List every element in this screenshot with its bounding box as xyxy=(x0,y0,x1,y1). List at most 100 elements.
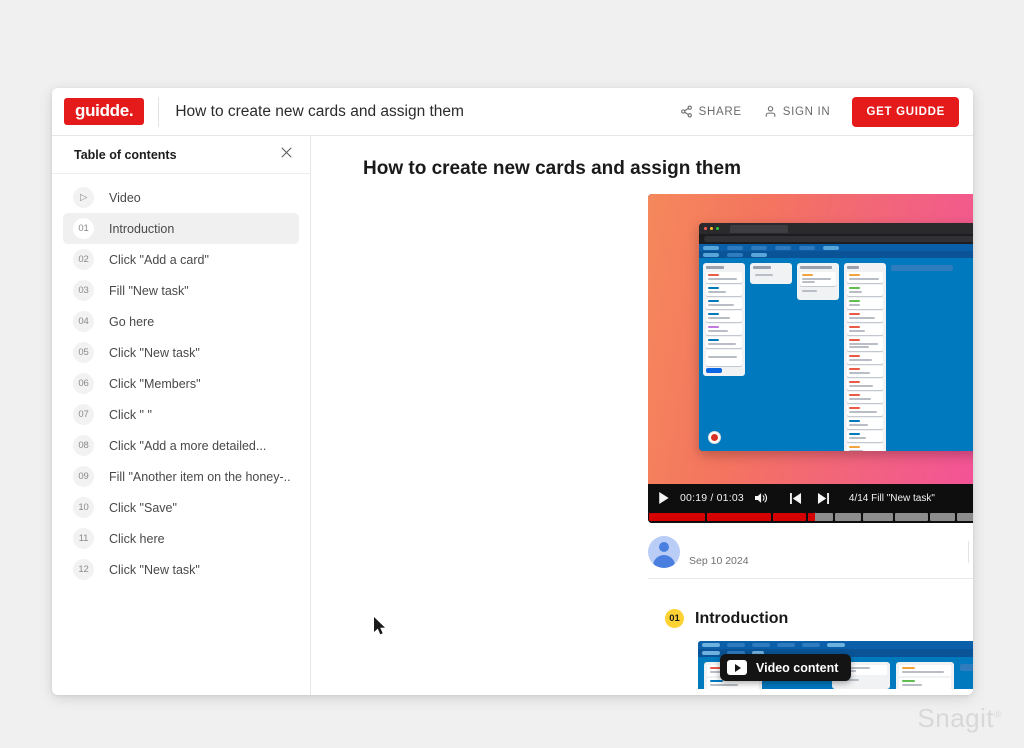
step-number-badge: 01 xyxy=(665,609,684,628)
skip-previous-icon[interactable] xyxy=(789,492,802,504)
toc-item-01[interactable]: 01 Introduction xyxy=(63,213,299,244)
avatar xyxy=(648,535,680,568)
app-body: Table of contents ▷ Video 01 Introduction 02… xyxy=(52,136,973,695)
mock-trello-boardbar xyxy=(699,251,973,258)
thumb-list-4 xyxy=(896,662,954,689)
step-section-title: Introduction xyxy=(695,609,789,627)
toc-item-number: 09 xyxy=(73,466,94,487)
progress-segment-6[interactable] xyxy=(862,513,893,521)
mock-trello-board xyxy=(699,258,973,451)
toc-item-number: 07 xyxy=(73,404,94,425)
toc-item-11[interactable]: 11 Click here xyxy=(63,523,299,554)
toc-item-label: Click here xyxy=(109,531,165,546)
screenshot-root: guidde. How to create new cards and assi… xyxy=(0,0,1024,748)
step-section-01: 01 Introduction Video content xyxy=(648,609,973,689)
toc-item-number: 05 xyxy=(73,342,94,363)
app-header: guidde. How to create new cards and assi… xyxy=(52,88,973,136)
skip-next-icon[interactable] xyxy=(817,492,829,504)
main-content: How to create new cards and assign them xyxy=(311,136,973,695)
sign-in-label: SIGN IN xyxy=(782,105,831,118)
video-player[interactable]: 00:19 / 01:03 4/14 Fill "New task" xyxy=(648,194,973,523)
toc-title: Table of contents xyxy=(74,147,177,162)
toc-item-label: Fill "New task" xyxy=(109,283,189,298)
progress-segment-1[interactable] xyxy=(649,513,705,521)
toc-item-12[interactable]: 12 Click "New task" xyxy=(63,554,299,585)
video-meta-row: Sep 10 2024 xyxy=(648,523,973,579)
close-icon[interactable] xyxy=(279,145,294,165)
video-content-label: Video content xyxy=(756,660,839,675)
toc-item-07[interactable]: 07 Click " " xyxy=(63,399,299,430)
progress-segment-fill xyxy=(807,513,815,521)
mock-browser-chrome xyxy=(699,223,973,234)
progress-segment-2[interactable] xyxy=(706,513,771,521)
mock-list-doing xyxy=(750,263,792,284)
toc-item-number: 02 xyxy=(73,249,94,270)
progress-segment-5[interactable] xyxy=(835,513,861,521)
progress-segment-3[interactable] xyxy=(772,513,806,521)
toc-item-04[interactable]: 04 Go here xyxy=(63,306,299,337)
toc-item-label: Introduction xyxy=(109,221,175,236)
toc-item-02[interactable]: 02 Click "Add a card" xyxy=(63,244,299,275)
snagit-registered-mark: ® xyxy=(994,709,1002,721)
traffic-light-maximize xyxy=(716,227,719,230)
traffic-light-close xyxy=(704,227,707,230)
user-icon xyxy=(764,105,777,118)
toc-item-05[interactable]: 05 Click "New task" xyxy=(63,337,299,368)
volume-icon[interactable] xyxy=(754,492,768,504)
share-button[interactable]: SHARE xyxy=(680,105,742,118)
progress-segment-8[interactable] xyxy=(929,513,956,521)
toc-item-10[interactable]: 10 Click "Save" xyxy=(63,492,299,523)
share-icon xyxy=(680,105,693,118)
video-content-tooltip[interactable]: Video content xyxy=(720,654,852,681)
toc-item-label: Video xyxy=(109,190,141,205)
mock-list-done xyxy=(844,263,886,451)
toc-item-label: Click "New task" xyxy=(109,345,200,360)
toc-item-09[interactable]: 09 Fill "Another item on the honey-... xyxy=(63,461,299,492)
sign-in-button[interactable]: SIGN IN xyxy=(764,105,831,118)
helpful-button[interactable]: Helpful xyxy=(969,544,973,560)
video-canvas[interactable] xyxy=(648,194,973,484)
toc-item-08[interactable]: 08 Click "Add a more detailed... xyxy=(63,430,299,461)
toc-item-label: Click " " xyxy=(109,407,152,422)
mock-url-bar xyxy=(699,234,973,244)
player-controls: 00:19 / 01:03 4/14 Fill "New task" xyxy=(648,484,973,512)
toc-item-number: 11 xyxy=(73,528,94,549)
thumb-topnav xyxy=(698,641,973,649)
toc-item-video[interactable]: ▷ Video xyxy=(63,182,299,213)
traffic-light-minimize xyxy=(710,227,713,230)
step-section-header: 01 Introduction xyxy=(648,609,973,628)
progress-bar[interactable] xyxy=(648,512,973,523)
toc-header: Table of contents xyxy=(52,136,310,174)
mock-trello-topnav xyxy=(699,244,973,251)
time-display: 00:19 / 01:03 xyxy=(680,492,744,504)
header-divider xyxy=(158,96,160,127)
progress-segment-9[interactable] xyxy=(957,513,973,521)
table-of-contents-sidebar: Table of contents ▷ Video 01 Introduction 02… xyxy=(52,136,311,695)
toc-item-number: 10 xyxy=(73,497,94,518)
toc-list: ▷ Video 01 Introduction 02 Click "Add a card"… xyxy=(52,174,310,695)
toc-item-number: 12 xyxy=(73,559,94,580)
video-frame-trello-screenshot xyxy=(699,223,973,451)
header-doc-title: How to create new cards and assign them xyxy=(175,102,464,120)
mock-list-inreview xyxy=(797,263,839,300)
toc-item-number: 08 xyxy=(73,435,94,456)
toc-item-06[interactable]: 06 Click "Members" xyxy=(63,368,299,399)
mock-url-field xyxy=(704,236,973,242)
play-icon[interactable] xyxy=(658,492,669,504)
step-thumbnail[interactable]: Video content xyxy=(698,641,973,689)
page-title: How to create new cards and assign them xyxy=(363,158,741,179)
thumb-add-list xyxy=(960,664,973,671)
toc-item-number: 03 xyxy=(73,280,94,301)
guidde-app-window: guidde. How to create new cards and assi… xyxy=(52,88,973,695)
toc-item-label: Click "Members" xyxy=(109,376,201,391)
toc-item-label: Go here xyxy=(109,314,155,329)
progress-segment-7[interactable] xyxy=(894,513,928,521)
toc-item-number: 04 xyxy=(73,311,94,332)
toc-item-03[interactable]: 03 Fill "New task" xyxy=(63,275,299,306)
progress-segment-4[interactable] xyxy=(807,513,834,521)
current-step-label: 4/14 Fill "New task" xyxy=(848,492,935,504)
mock-add-list xyxy=(891,265,953,271)
guidde-logo[interactable]: guidde. xyxy=(64,97,145,126)
toc-item-number: 01 xyxy=(73,218,94,239)
get-guidde-button[interactable]: GET GUIDDE xyxy=(852,96,959,127)
